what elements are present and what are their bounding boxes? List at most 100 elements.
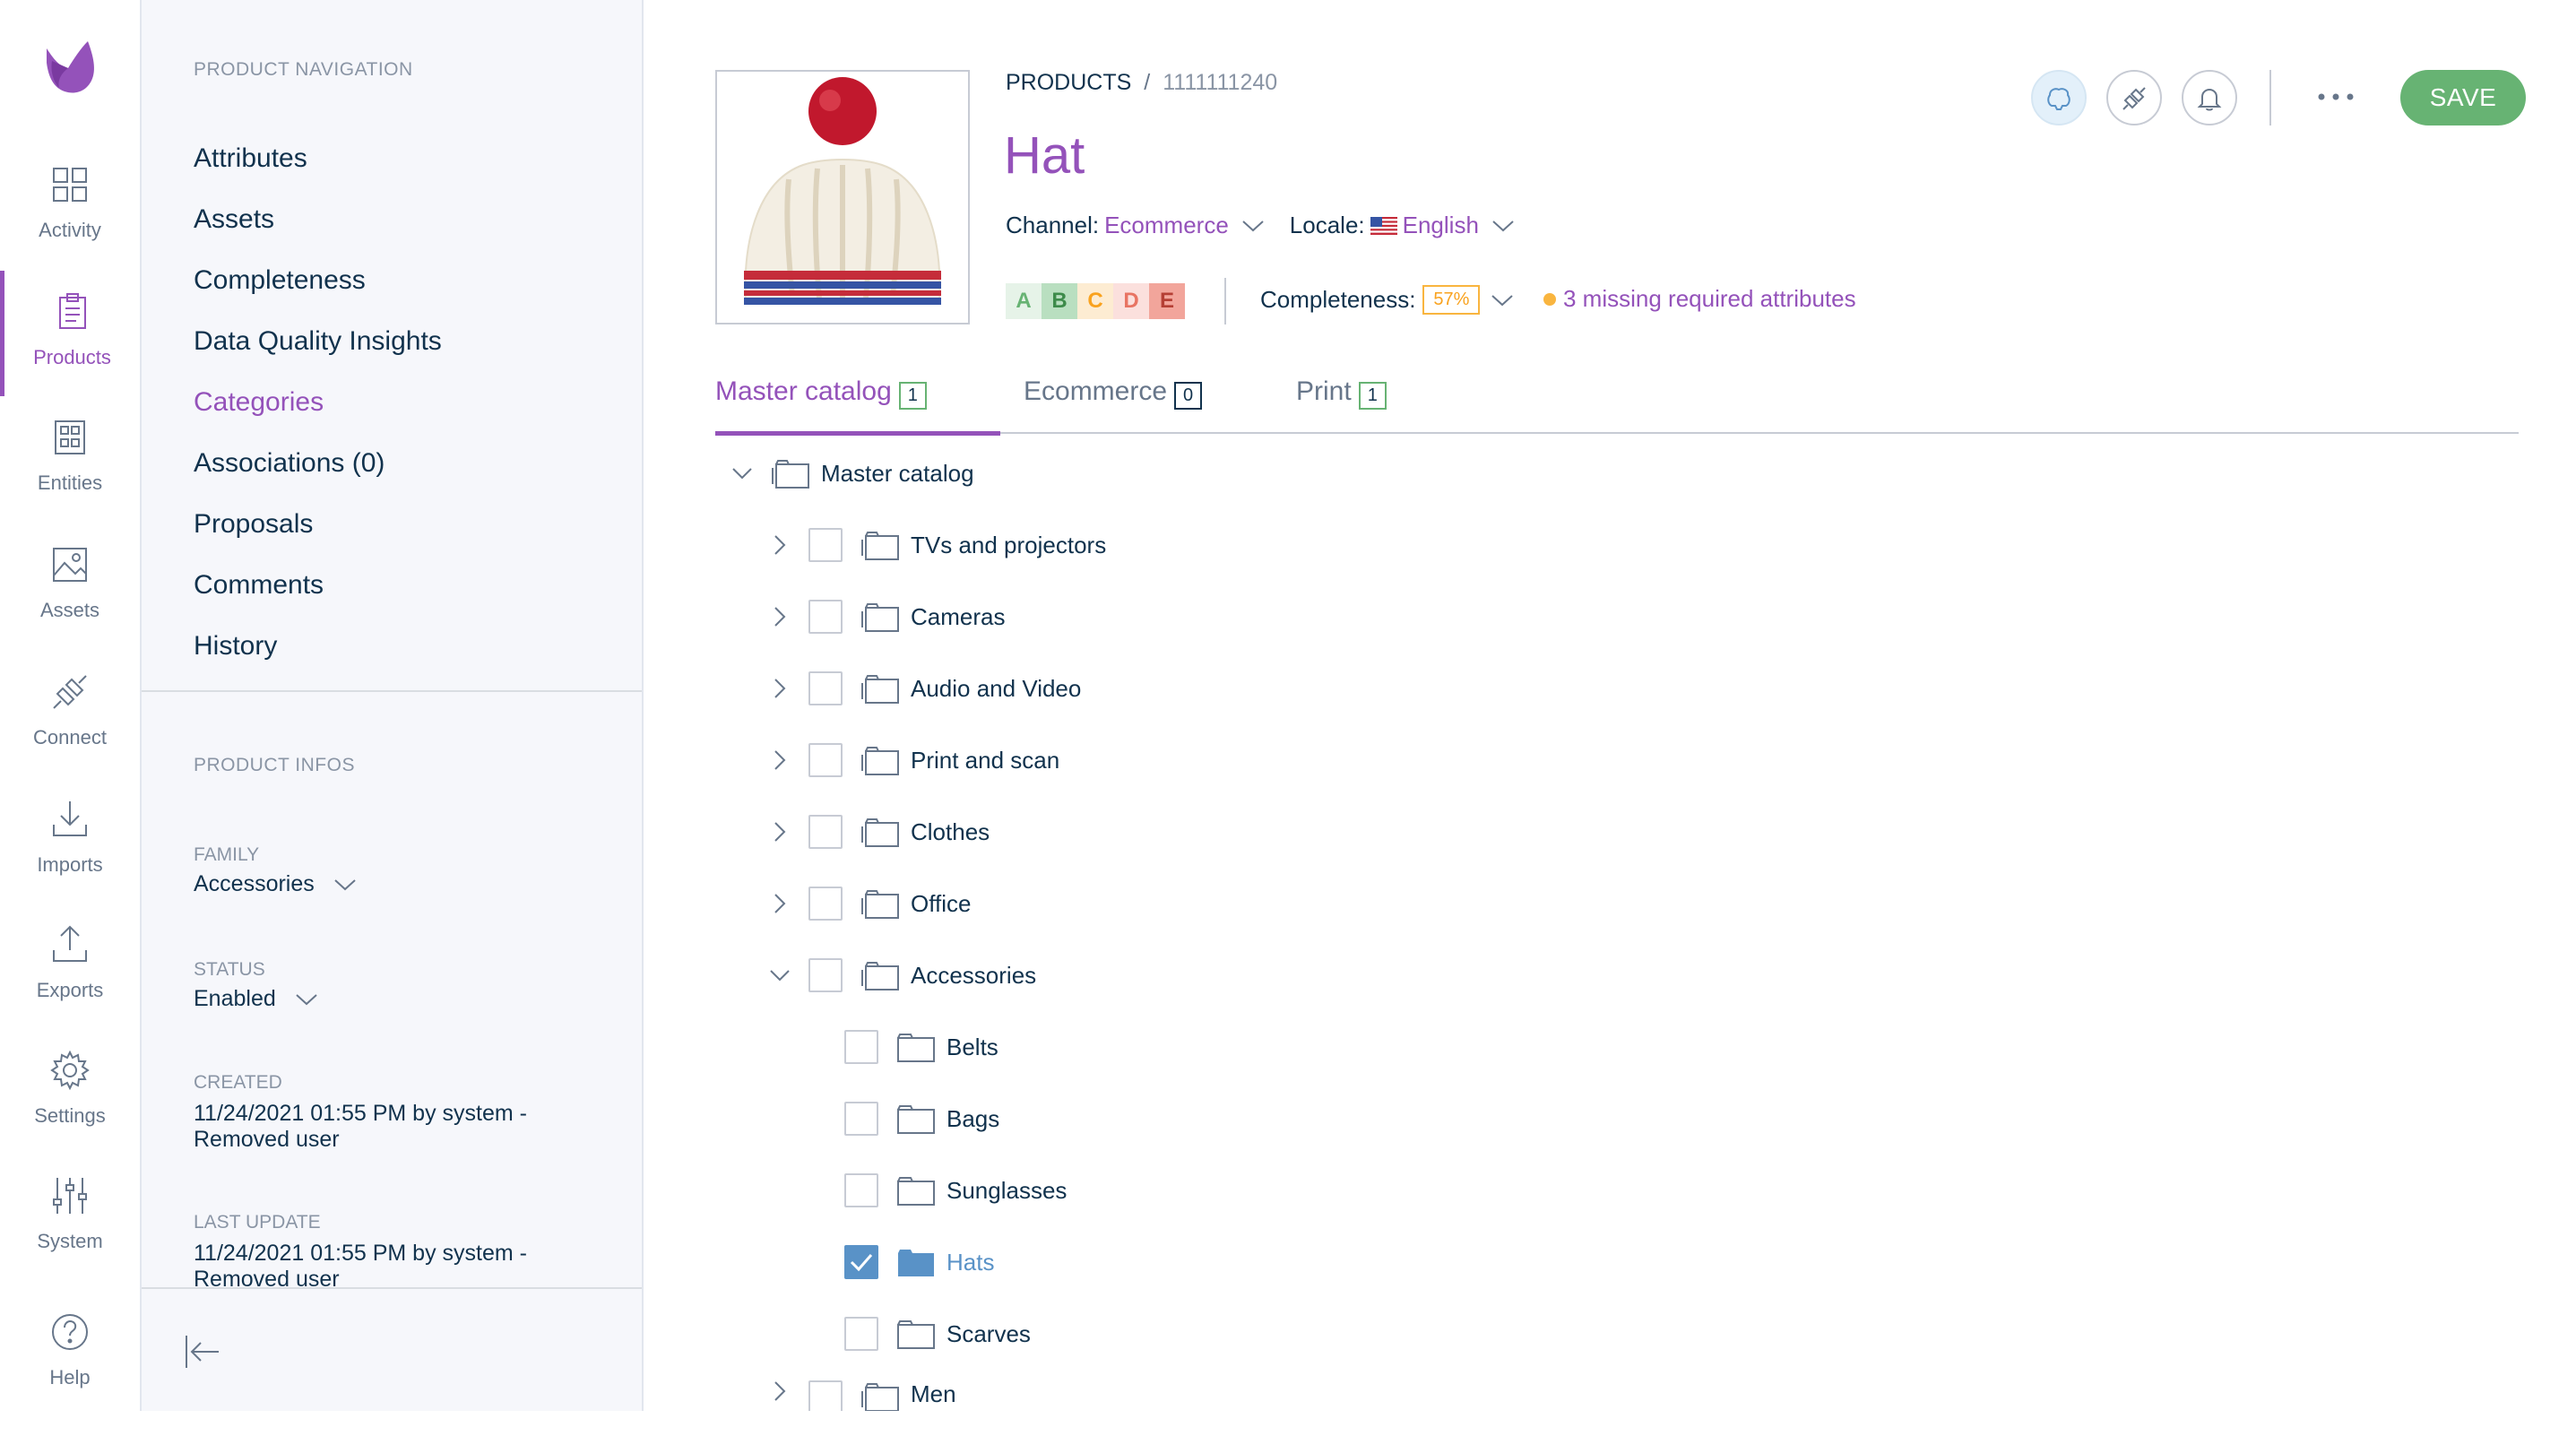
- tree-checkbox[interactable]: [808, 1380, 843, 1411]
- menu-item-activity[interactable]: Activity: [0, 163, 140, 289]
- checkmark-icon: [850, 1254, 873, 1272]
- tree-node[interactable]: Clothes: [769, 805, 990, 859]
- category-tree-tabs: Master catalog 1 Ecommerce 0 Print 1: [715, 373, 2519, 436]
- collapse-panel-icon[interactable]: [183, 1334, 222, 1370]
- chevron-down-icon[interactable]: [1491, 219, 1515, 233]
- tab-count-badge: 1: [1358, 382, 1387, 410]
- folder-icon: [897, 1177, 935, 1206]
- tree-checkbox[interactable]: [844, 1102, 878, 1136]
- tree-checkbox[interactable]: [844, 1173, 878, 1207]
- tree-checkbox[interactable]: [808, 887, 843, 921]
- menu-label: Products: [33, 346, 111, 368]
- dqi-grade-d: D: [1113, 283, 1149, 319]
- nav-link-associations[interactable]: Associations (0): [194, 448, 385, 479]
- completeness-badge: 57%: [1422, 285, 1481, 315]
- chevron-right-icon[interactable]: [769, 749, 791, 771]
- data-quality-button[interactable]: [2031, 70, 2087, 125]
- chevron-right-icon[interactable]: [769, 821, 791, 843]
- tree-node-selected[interactable]: Hats: [844, 1235, 994, 1289]
- tree-node[interactable]: Audio and Video: [769, 662, 1081, 715]
- tree-node[interactable]: Men: [769, 1375, 956, 1411]
- tab-count-badge: 1: [898, 382, 927, 410]
- tree-node[interactable]: Belts: [844, 1020, 998, 1074]
- assets-icon: [53, 548, 87, 582]
- tree-node[interactable]: Office: [769, 877, 971, 930]
- tab-print[interactable]: Print 1: [1296, 373, 1439, 434]
- tree-checkbox-checked[interactable]: [844, 1245, 878, 1279]
- nav-link-completeness[interactable]: Completeness: [194, 265, 366, 296]
- menu-item-assets[interactable]: Assets: [0, 543, 140, 669]
- nav-link-history[interactable]: History: [194, 631, 277, 662]
- locale-select[interactable]: English: [1403, 212, 1479, 239]
- tree-checkbox[interactable]: [808, 600, 843, 634]
- missing-attributes-link[interactable]: 3 missing required attributes: [1543, 285, 1856, 313]
- nav-link-attributes[interactable]: Attributes: [194, 143, 307, 174]
- tree-node[interactable]: Print and scan: [769, 733, 1059, 787]
- data-quality-badges[interactable]: A B C D E: [1006, 283, 1185, 319]
- tree-node-label: Belts: [947, 1033, 998, 1060]
- tree-node[interactable]: Accessories: [769, 948, 1036, 1002]
- chevron-down-icon[interactable]: [769, 965, 791, 986]
- tree-checkbox[interactable]: [808, 671, 843, 705]
- tree-checkbox[interactable]: [808, 958, 843, 992]
- tree-checkbox[interactable]: [844, 1030, 878, 1064]
- tree-checkbox[interactable]: [844, 1317, 878, 1351]
- channel-select[interactable]: Ecommerce: [1104, 212, 1229, 239]
- menu-item-settings[interactable]: Settings: [0, 1049, 140, 1174]
- tab-master-catalog[interactable]: Master catalog 1: [715, 373, 1000, 436]
- tree-node[interactable]: TVs and projectors: [769, 518, 1106, 572]
- product-thumbnail[interactable]: [715, 70, 970, 324]
- nav-link-comments[interactable]: Comments: [194, 570, 324, 601]
- folder-multiple-icon: [861, 675, 899, 704]
- tree-node[interactable]: Sunglasses: [844, 1164, 1067, 1217]
- menu-item-system[interactable]: System: [0, 1174, 140, 1300]
- nav-link-categories[interactable]: Categories: [194, 387, 324, 418]
- tree-checkbox[interactable]: [808, 528, 843, 562]
- chevron-down-icon: [1491, 294, 1514, 306]
- nav-link-proposals[interactable]: Proposals: [194, 509, 313, 540]
- exports-icon: [53, 925, 87, 962]
- chevron-right-icon[interactable]: [769, 534, 791, 556]
- activity-icon: [53, 168, 87, 202]
- folder-multiple-icon: [861, 890, 899, 919]
- nav-link-assets[interactable]: Assets: [194, 204, 274, 235]
- nav-divider: [142, 690, 642, 692]
- tree-node[interactable]: Cameras: [769, 590, 1005, 644]
- completeness-dropdown[interactable]: Completeness: 57%: [1260, 285, 1514, 315]
- menu-item-exports[interactable]: Exports: [0, 923, 140, 1049]
- menu-item-imports[interactable]: Imports: [0, 798, 140, 923]
- menu-item-help[interactable]: Help: [0, 1311, 140, 1436]
- connect-button[interactable]: [2106, 70, 2162, 125]
- breadcrumb-products-link[interactable]: PRODUCTS: [1006, 70, 1131, 95]
- menu-label: Assets: [39, 599, 100, 621]
- tree-checkbox[interactable]: [808, 743, 843, 777]
- tree-checkbox[interactable]: [808, 815, 843, 849]
- chevron-down-icon[interactable]: [1241, 219, 1265, 233]
- tree-node[interactable]: Scarves: [844, 1307, 1031, 1361]
- notifications-button[interactable]: [2182, 70, 2237, 125]
- chevron-right-icon[interactable]: [769, 606, 791, 627]
- more-options-icon[interactable]: [2316, 84, 2356, 109]
- chevron-right-icon[interactable]: [769, 893, 791, 914]
- folder-multiple-icon: [861, 818, 899, 847]
- tree-node-master-catalog[interactable]: Master catalog: [731, 446, 974, 500]
- us-flag-icon: [1370, 216, 1397, 235]
- menu-item-products[interactable]: Products: [0, 271, 140, 396]
- tree-node[interactable]: Bags: [844, 1092, 999, 1146]
- tab-ecommerce[interactable]: Ecommerce 0: [1024, 373, 1230, 434]
- status-select[interactable]: Enabled: [194, 986, 318, 1012]
- akeneo-logo[interactable]: [41, 36, 100, 99]
- product-navigation-title: PRODUCT NAVIGATION: [194, 59, 413, 80]
- chevron-right-icon[interactable]: [769, 678, 791, 699]
- menu-item-connect[interactable]: Connect: [0, 670, 140, 796]
- warning-dot-icon: [1543, 292, 1556, 306]
- family-select[interactable]: Accessories: [194, 871, 357, 897]
- locale-label: Locale:: [1289, 212, 1365, 238]
- menu-item-entities[interactable]: Entities: [0, 416, 140, 541]
- save-button[interactable]: SAVE: [2400, 70, 2526, 125]
- imports-icon: [53, 801, 87, 836]
- nav-link-data-quality-insights[interactable]: Data Quality Insights: [194, 326, 442, 357]
- nav-divider: [142, 1287, 642, 1289]
- chevron-down-icon[interactable]: [731, 463, 753, 484]
- chevron-right-icon[interactable]: [769, 1380, 791, 1402]
